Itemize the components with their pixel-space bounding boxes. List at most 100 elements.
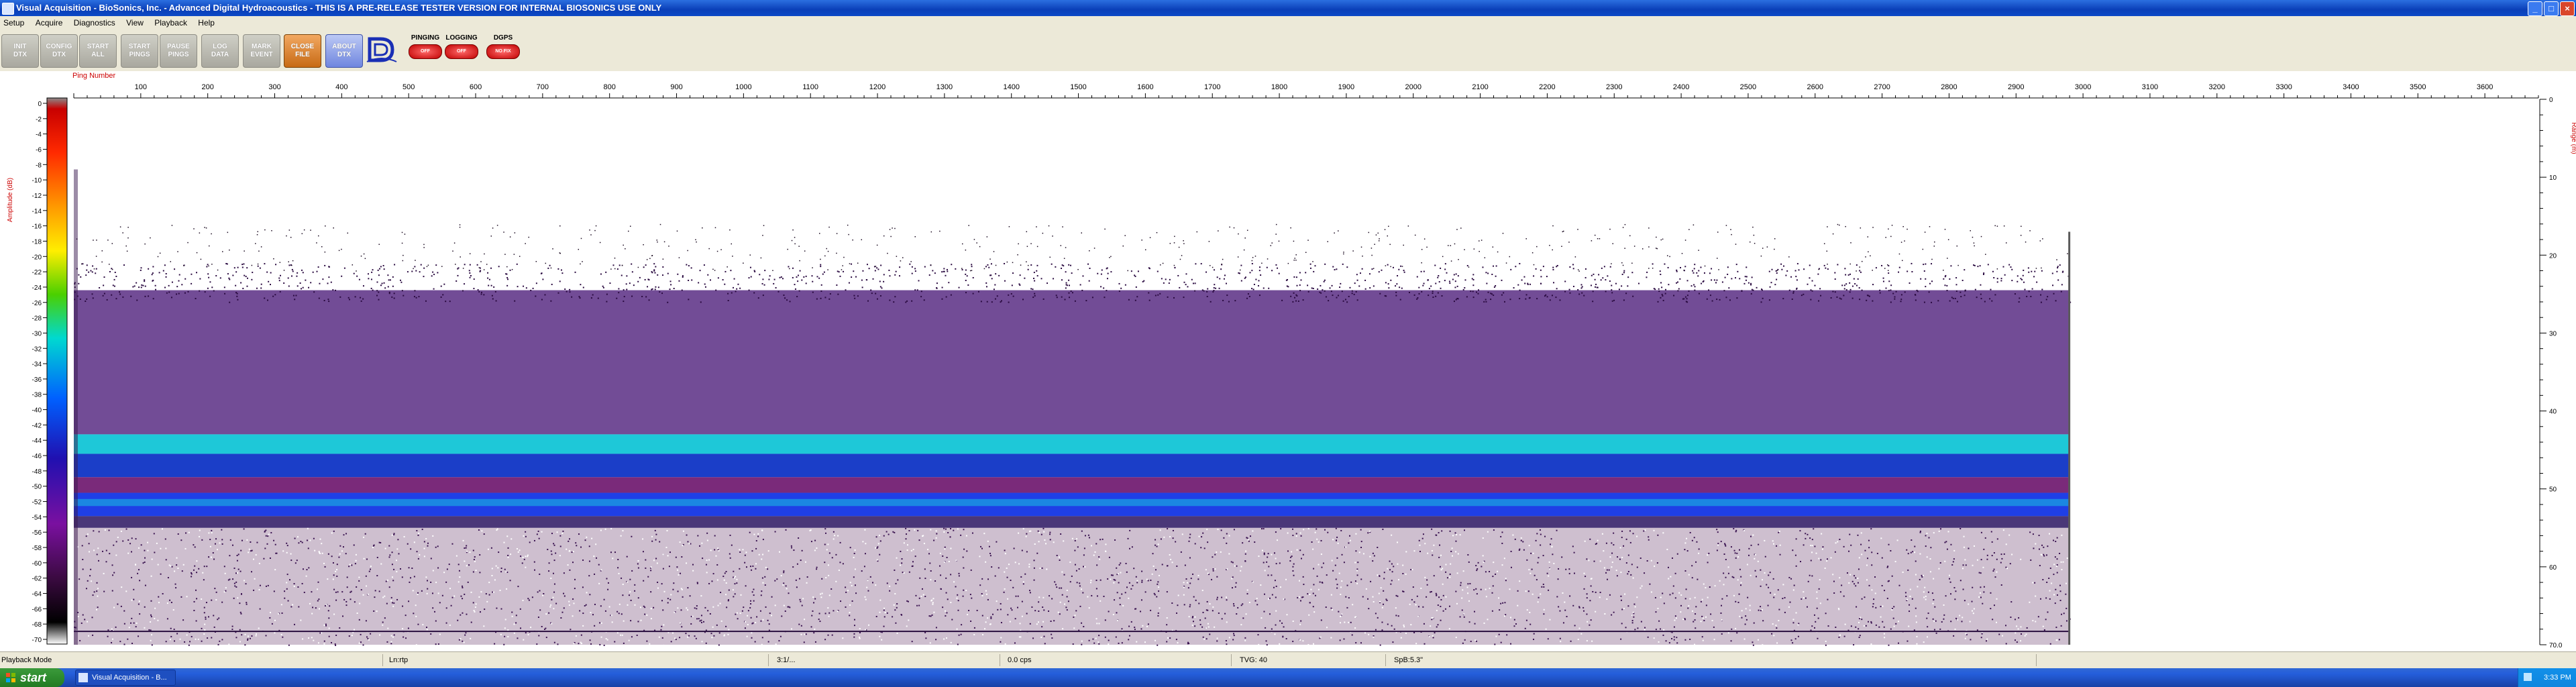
echo-speckle <box>1189 604 1191 606</box>
menu-view[interactable]: View <box>123 16 149 28</box>
echo-speckle <box>1157 583 1159 585</box>
echo-speckle <box>1480 588 1482 590</box>
echo-speckle <box>160 547 162 549</box>
echogram-chart[interactable]: Ping Number 100 200 300 400 500 600 700 800 900 1… <box>0 71 2576 651</box>
echo-speckle <box>1795 565 1797 567</box>
echo-speckle <box>1079 582 1081 584</box>
config-dtx-button[interactable]: CONFIG DTX <box>40 34 78 68</box>
echo-speckle <box>324 264 326 266</box>
echo-speckle <box>345 553 347 555</box>
echo-speckle <box>1212 568 1214 570</box>
start-all-button[interactable]: START ALL <box>79 34 117 68</box>
echo-speckle <box>2065 582 2068 584</box>
echo-speckle <box>1246 297 1248 299</box>
echo-speckle <box>341 248 342 250</box>
echo-speckle <box>566 290 568 293</box>
echo-speckle <box>1552 553 1554 556</box>
echo-speckle <box>1931 258 1933 260</box>
echo-speckle <box>618 613 620 615</box>
echo-speckle <box>2059 590 2061 592</box>
echo-speckle <box>920 296 922 298</box>
echo-speckle <box>1983 591 1985 593</box>
echo-speckle <box>928 274 930 276</box>
echo-speckle <box>1051 637 1053 639</box>
echo-speckle <box>1336 297 1338 299</box>
echo-speckle <box>1450 245 1452 246</box>
echo-speckle <box>853 576 855 578</box>
echo-speckle <box>970 620 972 622</box>
echo-speckle <box>2030 295 2032 297</box>
echo-speckle <box>1314 265 1316 267</box>
echo-speckle <box>1412 586 1414 588</box>
echo-speckle <box>945 610 947 612</box>
echo-speckle <box>439 602 441 604</box>
echo-speckle <box>800 560 802 562</box>
echo-speckle <box>1514 538 1516 540</box>
pause-pings-button[interactable]: PAUSE PINGS <box>160 34 197 68</box>
echo-speckle <box>1397 595 1399 597</box>
mark-event-button[interactable]: MARK EVENT <box>243 34 280 68</box>
echo-speckle <box>1725 576 1727 578</box>
echo-speckle <box>1964 600 1966 602</box>
menu-setup[interactable]: Setup <box>0 16 30 28</box>
echo-speckle <box>1979 265 1981 267</box>
menu-diagnostics[interactable]: Diagnostics <box>70 16 121 28</box>
echo-speckle <box>167 577 169 579</box>
echo-speckle <box>255 554 257 556</box>
echo-speckle <box>1596 286 1598 288</box>
menu-acquire[interactable]: Acquire <box>32 16 68 28</box>
window-titlebar[interactable]: Visual Acquisition - BioSonics, Inc. - A… <box>0 0 2576 16</box>
echo-speckle <box>667 598 669 600</box>
echo-speckle <box>1502 233 1504 234</box>
echo-speckle <box>480 591 482 593</box>
echo-speckle <box>1949 300 1951 302</box>
echo-speckle <box>1019 284 1021 286</box>
close-file-button[interactable]: CLOSE FILE <box>284 34 321 68</box>
echo-speckle <box>136 282 138 284</box>
echogram-panel[interactable]: Ping Number 100 200 300 400 500 600 700 800 900 1… <box>0 71 2576 651</box>
echo-speckle <box>1226 542 1228 544</box>
echo-speckle <box>455 280 458 282</box>
start-pings-button[interactable]: START PINGS <box>121 34 158 68</box>
menu-help[interactable]: Help <box>195 16 220 28</box>
ping-tick-label: 1200 <box>869 83 885 91</box>
echo-speckle <box>1599 592 1601 594</box>
echo-speckle <box>392 580 394 582</box>
ping-tick-label: 1600 <box>1137 83 1153 91</box>
colorbar-tick-label: -50 <box>32 484 42 491</box>
echo-speckle <box>1761 289 1763 291</box>
about-dtx-button[interactable]: ABOUT DTX <box>325 34 363 68</box>
echo-speckle <box>431 275 433 277</box>
echo-speckle <box>1950 543 1952 545</box>
echo-speckle <box>473 610 475 612</box>
close-button[interactable]: × <box>2560 1 2575 16</box>
echo-speckle <box>179 638 181 640</box>
echo-speckle <box>82 614 84 616</box>
minimize-button[interactable]: _ <box>2528 1 2542 16</box>
echo-speckle <box>1984 537 1986 539</box>
echo-speckle <box>415 297 417 299</box>
echo-speckle <box>374 596 376 598</box>
echo-speckle <box>1866 295 1868 297</box>
echo-speckle <box>699 270 701 272</box>
echo-speckle <box>525 287 527 289</box>
echo-speckle <box>176 633 178 635</box>
init-dtx-button[interactable]: INIT DTX <box>1 34 39 68</box>
echo-speckle <box>1694 264 1696 266</box>
echo-speckle <box>1207 623 1209 625</box>
biosonics-logo-icon[interactable] <box>366 35 398 64</box>
echo-speckle <box>203 633 205 635</box>
echo-speckle <box>1166 591 1168 593</box>
echo-speckle <box>144 285 146 287</box>
echo-speckle <box>731 243 733 245</box>
maximize-button[interactable]: □ <box>2544 1 2559 16</box>
echo-speckle <box>1721 633 1723 635</box>
log-data-button[interactable]: LOG DATA <box>201 34 239 68</box>
echo-speckle <box>1792 619 1794 621</box>
echo-speckle <box>1663 629 1665 631</box>
menu-playback[interactable]: Playback <box>151 16 193 28</box>
echo-speckle <box>232 274 234 276</box>
echo-speckle <box>1849 291 1851 293</box>
echo-speckle <box>1872 602 1874 604</box>
echo-speckle <box>1630 574 1632 576</box>
